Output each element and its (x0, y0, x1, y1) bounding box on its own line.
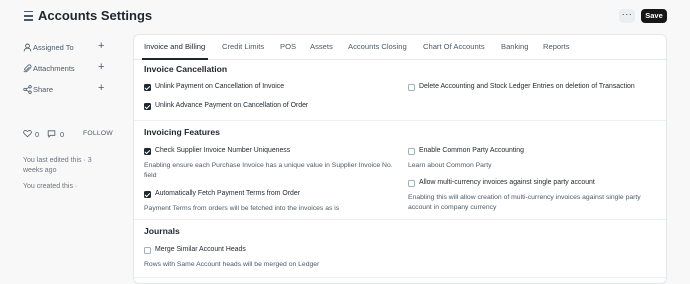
tab-accounts-closing[interactable]: Accounts Closing (348, 42, 407, 51)
comment-count: 0 (60, 130, 65, 139)
tab-banking[interactable]: Banking (501, 42, 528, 51)
section-divider (134, 120, 666, 121)
page-header: Accounts Settings ··· Save (0, 0, 690, 34)
field-description: Enabling this will allow creation of mul… (408, 194, 641, 211)
checkbox-label: Automatically Fetch Payment Terms from O… (155, 190, 301, 197)
page-title: Accounts Settings (38, 8, 153, 23)
checkbox-unchecked-icon[interactable] (408, 84, 415, 91)
last-edited-text: You last edited this · 3 weeks ago (23, 157, 92, 174)
add-attachment-icon[interactable]: + (98, 61, 104, 73)
checkbox-unchecked-icon[interactable] (408, 148, 415, 155)
checkbox-checked-icon[interactable] (144, 191, 151, 198)
checkbox-label: Check Supplier Invoice Number Uniqueness (155, 147, 291, 154)
field-description: Enabling ensure each Purchase Invoice ha… (144, 162, 393, 179)
section-title-invoicing-features: Invoicing Features (144, 127, 220, 137)
settings-form: Invoice and Billing Credit Limits POS As… (133, 34, 667, 284)
checkbox-checked-icon[interactable] (144, 148, 151, 155)
checkbox-checked-icon[interactable] (144, 84, 151, 91)
more-actions-button[interactable]: ··· (619, 9, 635, 23)
add-assignment-icon[interactable]: + (98, 40, 104, 52)
checkbox-label: Allow multi-currency invoices against si… (419, 179, 595, 186)
checkbox-label: Unlink Advance Payment on Cancellation o… (155, 102, 309, 109)
user-icon (23, 43, 32, 52)
checkbox-label: Enable Common Party Accounting (419, 147, 524, 154)
like-count: 0 (35, 130, 40, 139)
comment-icon[interactable] (47, 129, 56, 138)
checkbox-label: Unlink Payment on Cancellation of Invoic… (155, 83, 285, 90)
checkbox-label: Merge Similar Account Heads (155, 246, 246, 253)
sidebar-item-attachments[interactable]: Attachments + (23, 61, 111, 75)
field-description: Rows with Same Account heads will be mer… (144, 261, 320, 268)
checkbox-unchecked-icon[interactable] (408, 180, 415, 187)
heart-icon[interactable] (23, 129, 32, 138)
tab-bar: Invoice and Billing Credit Limits POS As… (134, 35, 666, 60)
add-share-icon[interactable]: + (98, 82, 104, 94)
sidebar-item-label: Attachments (33, 64, 75, 73)
active-tab-indicator (142, 58, 208, 60)
tab-reports[interactable]: Reports (543, 42, 570, 51)
menu-icon[interactable] (24, 11, 33, 21)
tab-pos[interactable]: POS (280, 42, 296, 51)
learn-common-party-link[interactable]: Learn about Common Party (408, 161, 658, 171)
sidebar-item-assigned-to[interactable]: Assigned To + (23, 40, 111, 54)
paperclip-icon (23, 64, 32, 73)
tab-chart-of-accounts[interactable]: Chart Of Accounts (423, 42, 485, 51)
section-title-invoice-cancellation: Invoice Cancellation (144, 64, 228, 74)
save-button[interactable]: Save (641, 9, 667, 23)
section-divider (134, 219, 666, 220)
form-sidebar: Assigned To + Attachments + Share + 0 0 … (0, 34, 130, 284)
field-description: Payment Terms from orders will be fetche… (144, 205, 340, 212)
tab-assets[interactable]: Assets (310, 42, 333, 51)
sidebar-item-label: Share (33, 85, 54, 94)
checkbox-checked-icon[interactable] (144, 103, 151, 110)
section-divider (134, 277, 666, 278)
created-text: You created this · (23, 183, 78, 190)
sidebar-item-label: Assigned To (33, 43, 74, 52)
social-bar: 0 0 FOLLOW (23, 129, 123, 141)
checkbox-label: Delete Accounting and Stock Ledger Entri… (419, 83, 635, 90)
tab-invoice-and-billing[interactable]: Invoice and Billing (144, 42, 205, 51)
checkbox-unchecked-icon[interactable] (144, 247, 151, 254)
follow-button[interactable]: FOLLOW (83, 130, 113, 137)
share-icon (23, 85, 32, 94)
sidebar-item-share[interactable]: Share + (23, 82, 111, 96)
section-title-journals: Journals (144, 226, 180, 236)
tab-credit-limits[interactable]: Credit Limits (222, 42, 264, 51)
